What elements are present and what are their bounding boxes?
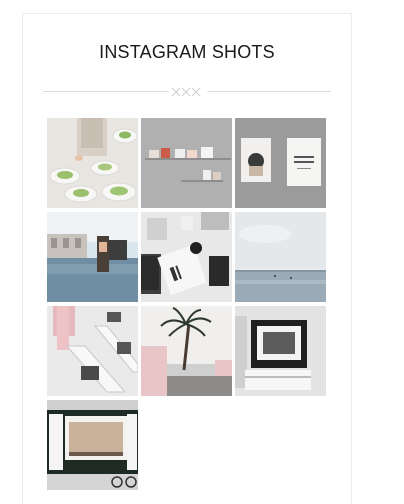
desk-flatlay-photo (141, 212, 232, 302)
storefront-photo (47, 400, 138, 490)
poolside-photo (47, 212, 138, 302)
seascape-photo (235, 212, 326, 302)
palm-tree-photo (141, 306, 232, 396)
divider-line-right (207, 91, 331, 92)
instagram-shot-seascape[interactable] (235, 212, 326, 302)
books-photo (235, 118, 326, 208)
instagram-widget: INSTAGRAM SHOTS (22, 13, 352, 504)
shelf-photo (141, 118, 232, 208)
framed-art-photo (235, 306, 326, 396)
instagram-shot-storefront[interactable] (47, 400, 138, 490)
title-divider (43, 87, 331, 97)
instagram-shot-salad-plates[interactable] (47, 118, 138, 208)
salad-plates-photo (47, 118, 138, 208)
instagram-shot-poolside[interactable] (47, 212, 138, 302)
instagram-shot-shelf[interactable] (141, 118, 232, 208)
instagram-shot-palm-tree[interactable] (141, 306, 232, 396)
instagram-shot-desk-flatlay[interactable] (141, 212, 232, 302)
instagram-shot-framed-art[interactable] (235, 306, 326, 396)
divider-ornament-icon (171, 87, 201, 97)
instagram-shot-loungers[interactable] (47, 306, 138, 396)
instagram-shot-books[interactable] (235, 118, 326, 208)
widget-title: INSTAGRAM SHOTS (99, 42, 275, 62)
divider-line-left (43, 91, 169, 92)
loungers-photo (47, 306, 138, 396)
